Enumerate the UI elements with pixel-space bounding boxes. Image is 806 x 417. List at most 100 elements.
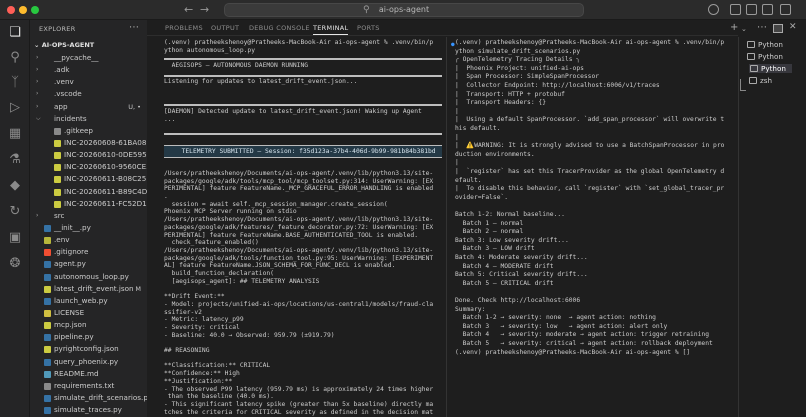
terminal-line: | Collector Endpoint: http://localhost:6…	[455, 82, 660, 89]
tree-folder[interactable]: ⌵ incidents	[30, 113, 147, 125]
terminal-line: - Model: projects/unified-ai-ops/locatio…	[164, 300, 434, 308]
tree-file[interactable]: mcp.json	[30, 319, 147, 331]
terminal-line: Batch 1-2 → severity: none → agent actio…	[455, 314, 656, 322]
minimize-window-button[interactable]	[19, 6, 27, 14]
chevron-right-icon[interactable]: ›	[36, 88, 38, 100]
tree-file[interactable]: INC-20260610-0DE595.json	[30, 149, 147, 161]
tree-file[interactable]: requirements.txt	[30, 380, 147, 392]
tree-file[interactable]: INC-20260611-B08C25.json	[30, 173, 147, 185]
tree-file[interactable]: __init__.py	[30, 222, 147, 234]
containers-icon[interactable]: ▣	[7, 230, 23, 246]
tab-problems[interactable]: PROBLEMS	[165, 24, 203, 32]
terminal-list-label: Python	[758, 40, 783, 49]
json-file-icon	[44, 322, 51, 330]
py-file-icon	[44, 273, 51, 281]
explorer-root-folder[interactable]: ⌄ AI-OPS-AGENT	[34, 41, 94, 49]
terminal-line: Batch 5: Critical severity drift...	[455, 271, 588, 279]
terminal-line: Done. Check http://localhost:6006	[455, 297, 581, 304]
maximize-window-button[interactable]	[31, 6, 39, 14]
terminal-line: | Transport: HTTP + protobuf	[455, 90, 565, 98]
tree-file[interactable]: .gitignore	[30, 246, 147, 258]
source-control-icon[interactable]: ᛉ	[7, 75, 23, 91]
files-icon[interactable]: ❏	[7, 25, 23, 41]
maximize-panel-icon[interactable]	[773, 24, 783, 33]
tree-file[interactable]: README.md	[30, 368, 147, 380]
search-icon: ⚲	[363, 5, 370, 15]
terminal-line: Batch 1-2: Normal baseline...	[455, 211, 565, 218]
terminal-split-divider[interactable]	[446, 37, 447, 417]
telemetry-submitted-banner: TELEMETRY SUBMITTED — Session: f35d123a-…	[164, 145, 442, 158]
chevron-down-icon[interactable]: ⌵	[36, 113, 41, 125]
forward-arrow-icon[interactable]: →	[200, 3, 209, 16]
close-panel-icon[interactable]: ✕	[789, 22, 797, 32]
testing-icon[interactable]: ⚗	[7, 152, 23, 168]
tree-folder[interactable]: › .adk	[30, 64, 147, 76]
terminal-pane-left[interactable]: TELEMETRY SUBMITTED — Session: f35d123a-…	[160, 37, 442, 417]
tree-file[interactable]: LICENSE	[30, 307, 147, 319]
more-actions-icon[interactable]: ⋯	[129, 22, 139, 33]
terminal-dropdown-icon[interactable]: ⌄	[741, 25, 747, 33]
search-icon[interactable]: ⚲	[7, 50, 23, 66]
tree-file[interactable]: .gitkeep	[30, 125, 147, 137]
remote-icon[interactable]: ↻	[7, 204, 23, 220]
close-window-button[interactable]	[7, 6, 15, 14]
tree-file[interactable]: pipeline.py	[30, 331, 147, 343]
toggle-primary-sidebar-icon[interactable]	[730, 4, 741, 15]
tree-file[interactable]: INC-20260611-FC52D1.json	[30, 198, 147, 210]
more-actions-icon[interactable]: ⋯	[757, 22, 767, 33]
chevron-right-icon[interactable]: ›	[36, 101, 38, 113]
run-debug-icon[interactable]: ▷	[7, 100, 23, 116]
terminal-line: Batch 3 → severity: low → agent action: …	[455, 322, 668, 330]
tree-file[interactable]: launch_web.py	[30, 295, 147, 307]
tab-output[interactable]: OUTPUT	[211, 24, 239, 32]
tab-ports[interactable]: PORTS	[357, 24, 380, 32]
tree-file[interactable]: agent.py	[30, 258, 147, 270]
tree-file[interactable]: simulate_drift_scenarios.py	[30, 392, 147, 404]
terminal-line: Batch 3: Low severity drift...	[455, 236, 569, 244]
chevron-right-icon[interactable]: ›	[36, 64, 38, 76]
tree-file[interactable]: latest_drift_event.json M	[30, 283, 147, 295]
python-icon[interactable]: ◆	[7, 178, 23, 194]
terminal-line: ╭ OpenTelemetry Tracing Details ╮	[455, 56, 581, 64]
command-center-search[interactable]: ⚲ ai-ops-agent	[224, 3, 584, 17]
tree-item-label: INC-20260610-9560CE.json	[64, 162, 147, 172]
toggle-secondary-sidebar-icon[interactable]	[762, 4, 773, 15]
tab-debug-console[interactable]: DEBUG CONSOLE	[249, 24, 310, 32]
tree-file[interactable]: autonomous_loop.py	[30, 271, 147, 283]
tree-folder[interactable]: › app U, •	[30, 101, 147, 113]
terminal-list-label: Python	[761, 64, 786, 73]
back-arrow-icon[interactable]: ←	[184, 3, 193, 16]
toggle-panel-icon[interactable]	[746, 4, 757, 15]
terminal-line: Batch 4 — MODERATE drift	[455, 262, 554, 270]
terminal-line: | Span Processor: SimpleSpanProcessor	[455, 73, 600, 81]
terminal-pane-right[interactable]: ● (.venv) pratheekshenoy@Pratheeks-MacBo…	[451, 37, 736, 417]
tree-file[interactable]: .env	[30, 234, 147, 246]
chevron-right-icon[interactable]: ›	[36, 210, 38, 222]
tree-folder[interactable]: › .venv	[30, 76, 147, 88]
tree-folder[interactable]: › .vscode	[30, 88, 147, 100]
new-terminal-icon[interactable]: +	[730, 22, 738, 33]
chevron-right-icon[interactable]: ›	[36, 52, 38, 64]
extensions-icon[interactable]: ▦	[7, 126, 23, 142]
terminal-list-item-selected[interactable]: Python	[749, 64, 792, 73]
json-file-icon	[54, 176, 61, 184]
customize-layout-icon[interactable]	[780, 4, 791, 15]
terminal-list-item[interactable]: Python	[747, 40, 783, 49]
tree-file[interactable]: query_phoenix.py	[30, 356, 147, 368]
event-rule-top	[164, 104, 442, 106]
tree-file[interactable]: pyrightconfig.json	[30, 343, 147, 355]
tree-folder[interactable]: › __pycache__	[30, 52, 147, 64]
tab-terminal[interactable]: TERMINAL	[313, 24, 349, 35]
gitlens-icon[interactable]: ❂	[7, 256, 23, 272]
terminal-list-item[interactable]: Python	[747, 52, 783, 61]
terminal-list-item[interactable]: zsh	[749, 76, 772, 85]
chevron-right-icon[interactable]: ›	[36, 76, 38, 88]
tree-file[interactable]: INC-20260610-9560CE.json	[30, 161, 147, 173]
tree-folder[interactable]: › src	[30, 210, 147, 222]
copilot-icon[interactable]	[708, 4, 719, 15]
tree-file[interactable]: simulate_traces.py	[30, 404, 147, 416]
tree-file[interactable]: INC-20260611-B89C4D.json	[30, 186, 147, 198]
terminal-icon	[750, 65, 758, 72]
terminal-line: Batch 5 — CRITICAL drift	[455, 279, 554, 287]
tree-file[interactable]: INC-20260608-61BA08.json	[30, 137, 147, 149]
